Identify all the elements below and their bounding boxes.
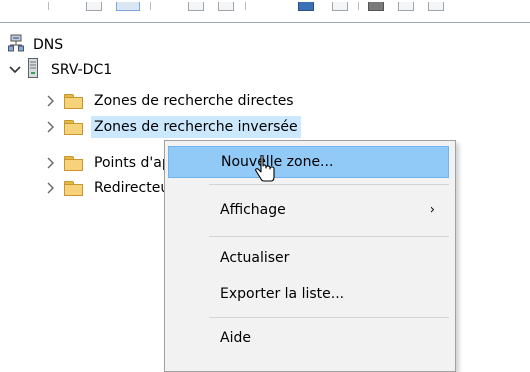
menu-item-label: Exporter la liste... [220,286,345,302]
server-icon [28,58,38,82]
chevron-right-icon: › [429,202,435,218]
folder-icon [64,93,83,109]
context-menu: Nouvelle zone... Affichage › Actualiser … [164,140,456,372]
menu-item-label: Affichage [220,202,286,218]
menu-separator [209,184,449,185]
toolbar-separator [150,2,151,10]
toolbar-button[interactable] [86,2,102,11]
chevron-down-icon[interactable] [8,60,22,80]
toolbar-button[interactable] [332,2,348,11]
menu-item-help[interactable]: Aide [168,322,449,354]
chevron-right-icon[interactable] [44,91,58,111]
toolbar-button[interactable] [188,2,204,11]
tree-node-server[interactable]: SRV-DC1 [8,57,115,83]
tree-node-forward-zones[interactable]: Zones de recherche directes [44,88,297,114]
menu-item-label: Aide [220,330,251,346]
toolbar-button[interactable] [428,2,444,11]
folder-icon [64,119,83,135]
dns-server-icon [8,34,24,56]
toolbar-button[interactable] [218,2,234,11]
tree-node-label: DNS [33,37,64,53]
tree-node-label: Zones de recherche directes [94,93,294,109]
menu-separator [209,317,449,318]
menu-separator [209,236,449,237]
menu-item-new-zone[interactable]: Nouvelle zone... [168,146,449,178]
toolbar [0,0,530,23]
tree-node-dns[interactable]: DNS [8,32,66,58]
menu-item-refresh[interactable]: Actualiser [168,242,449,274]
chevron-right-icon[interactable] [44,153,58,173]
menu-item-view[interactable]: Affichage › [168,194,449,226]
toolbar-button[interactable] [298,2,314,11]
toolbar-button[interactable] [398,2,414,11]
toolbar-separator [48,2,49,10]
mouse-cursor-icon [254,154,276,189]
menu-item-label: Actualiser [220,250,290,266]
tree-node-label: SRV-DC1 [51,62,113,78]
toolbar-separator [358,2,359,10]
toolbar-button[interactable] [368,2,384,11]
chevron-right-icon[interactable] [44,178,58,198]
chevron-right-icon[interactable] [44,117,58,137]
tree-node-reverse-zones[interactable]: Zones de recherche inversée [44,114,301,140]
tree-node-label: Zones de recherche inversée [91,116,301,138]
toolbar-button[interactable] [116,2,140,11]
menu-item-export-list[interactable]: Exporter la liste... [168,278,449,310]
menu-item-label: Nouvelle zone... [221,154,334,170]
folder-icon [64,180,83,196]
toolbar-separator [245,2,246,10]
folder-icon [64,155,83,171]
